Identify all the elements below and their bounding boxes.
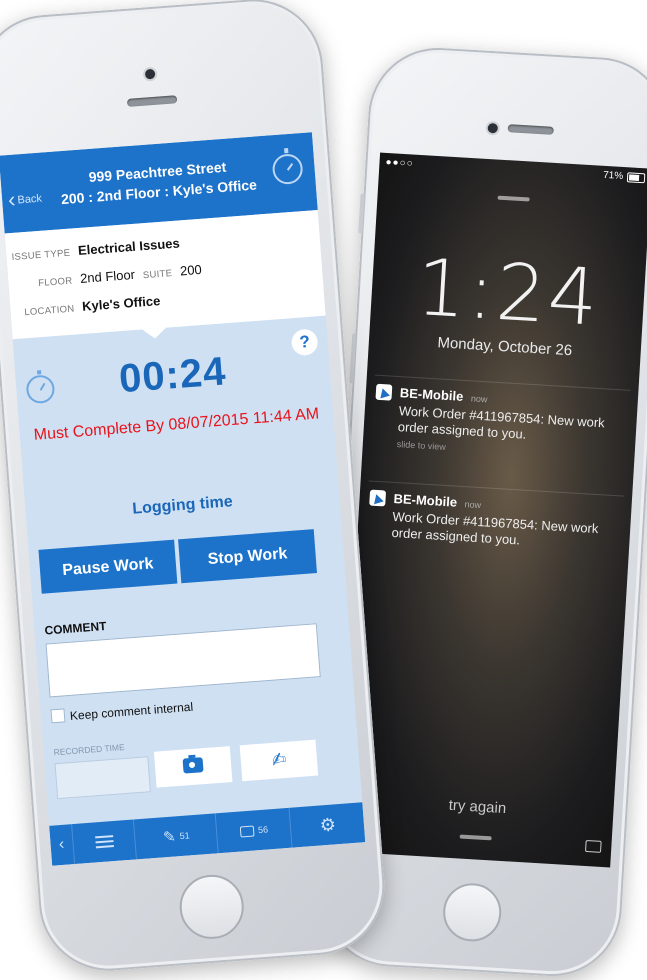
tab-collapse[interactable]: ‹ (49, 824, 74, 866)
deadline-text: Must Complete By 08/07/2015 11:44 AM (33, 405, 320, 444)
suite-label: SUITE (142, 268, 173, 282)
tab-menu[interactable] (71, 819, 137, 865)
phone-left: ‹Back 999 Peachtree Street 200 : 2nd Flo… (0, 0, 390, 976)
issue-type-value: Electrical Issues (77, 235, 181, 259)
floor-label: FLOOR (37, 275, 73, 290)
bottom-tab-bar: ‹ ✎ 51 56 ⚙ (49, 802, 366, 866)
add-photo-button[interactable] (153, 746, 233, 788)
be-mobile-app-icon (369, 489, 387, 507)
notification-time: now (464, 499, 482, 511)
keep-internal-label: Keep comment internal (69, 699, 194, 723)
signal-indicator: ●●○○ (385, 156, 414, 170)
be-mobile-app-icon (375, 383, 393, 401)
notification-item[interactable]: BE-Mobile now Work Order #411967854: New… (362, 480, 625, 601)
signature-pen-icon: ✍ (269, 747, 289, 771)
keep-internal-checkbox[interactable] (50, 708, 66, 724)
chat-count: 56 (257, 824, 269, 836)
try-again-label: try again (448, 796, 507, 818)
pin-count: 51 (179, 830, 190, 842)
back-button[interactable]: ‹Back (7, 185, 43, 213)
back-chevron-icon: ‹ (7, 186, 17, 213)
recorded-time-label: RECORDED TIME (53, 741, 126, 758)
keep-internal-row: Keep comment internal (50, 699, 194, 725)
chevron-left-icon: ‹ (58, 835, 65, 854)
menu-icon (95, 839, 114, 844)
back-label: Back (17, 192, 43, 207)
camera-icon[interactable] (584, 839, 602, 853)
tab-pins[interactable]: ✎ 51 (132, 813, 219, 860)
logging-status: Logging time (131, 493, 234, 518)
signature-button[interactable]: ✍ (239, 739, 319, 782)
battery-percent: 71% (602, 169, 624, 182)
notification-message: Work Order #411967854: New work order as… (391, 508, 599, 548)
volume-button (358, 193, 365, 234)
notification-item[interactable]: BE-Mobile now Work Order #411967854: New… (368, 374, 631, 495)
comment-label: COMMENT (44, 619, 107, 638)
location-label: LOCATION (23, 303, 75, 319)
stopwatch-icon[interactable] (271, 153, 304, 186)
suite-value: 200 (179, 261, 203, 279)
pause-work-button[interactable]: Pause Work (38, 539, 178, 594)
tab-settings[interactable]: ⚙ (288, 802, 366, 848)
elapsed-timer: 00:24 (117, 349, 228, 402)
issue-type-label: ISSUE TYPE (11, 247, 71, 264)
front-camera (144, 68, 156, 80)
tab-messages[interactable]: 56 (214, 807, 293, 854)
lock-time: 1:24 (413, 243, 603, 344)
stop-work-button[interactable]: Stop Work (178, 529, 317, 584)
camera-icon (182, 757, 204, 774)
earpiece-speaker (126, 95, 178, 107)
home-button[interactable] (441, 881, 503, 944)
volume-button (349, 333, 357, 384)
chat-icon (239, 825, 255, 838)
floor-value: 2nd Floor (79, 266, 136, 286)
home-button[interactable] (177, 872, 247, 942)
recorded-time-input[interactable] (54, 756, 151, 800)
slide-to-view-hint: slide to view (396, 439, 447, 452)
notification-app-name: BE-Mobile (393, 490, 458, 510)
pin-icon: ✎ (162, 828, 177, 847)
battery-icon (626, 172, 646, 184)
location-value: Kyle's Office (81, 293, 161, 314)
work-order-info: ISSUE TYPE Electrical Issues FLOOR 2nd F… (4, 209, 326, 340)
notification-app-name: BE-Mobile (399, 385, 464, 404)
control-center-grabber[interactable] (459, 834, 492, 841)
gear-icon: ⚙ (319, 814, 337, 836)
app-screen: ‹Back 999 Peachtree Street 200 : 2nd Flo… (0, 132, 366, 866)
status-bar: ●●○○ 71% (385, 156, 646, 186)
front-camera (487, 122, 499, 134)
earpiece-speaker (507, 124, 554, 135)
notification-center-grabber[interactable] (497, 195, 530, 202)
lock-screen: ●●○○ 71% 1:24 Monday, October 26 BE-Mobi… (338, 152, 647, 868)
notification-time: now (470, 393, 488, 405)
